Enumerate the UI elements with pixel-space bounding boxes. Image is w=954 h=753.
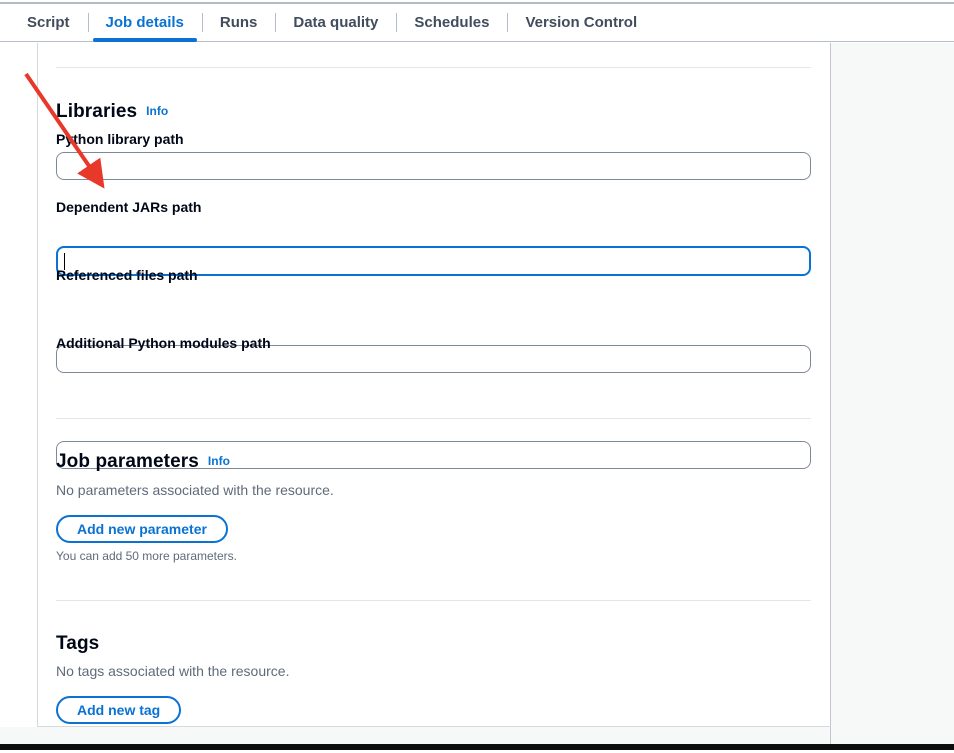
bottom-strip (0, 727, 830, 744)
tab-runs[interactable]: Runs (202, 4, 276, 41)
job-parameters-info-link[interactable]: Info (208, 454, 230, 468)
section-divider (56, 600, 811, 601)
tab-version-control[interactable]: Version Control (507, 4, 655, 41)
add-new-tag-button[interactable]: Add new tag (56, 696, 181, 724)
libraries-title: Libraries (56, 101, 137, 122)
dependent-jars-path-label: Dependent JARs path (56, 199, 811, 215)
add-new-parameter-button[interactable]: Add new parameter (56, 515, 228, 543)
additional-python-modules-path-label: Additional Python modules path (56, 335, 811, 351)
panel-bottom-edge (38, 726, 831, 727)
section-divider (56, 67, 811, 68)
referenced-files-path-label: Referenced files path (56, 267, 811, 283)
job-parameters-empty-text: No parameters associated with the resour… (56, 482, 811, 498)
tags-empty-text: No tags associated with the resource. (56, 663, 811, 679)
python-library-path-label: Python library path (56, 131, 811, 147)
tags-title: Tags (56, 633, 99, 654)
tags-section-header: Tags (56, 633, 811, 655)
tab-bar: Script Job details Runs Data quality Sch… (0, 4, 954, 42)
tab-script[interactable]: Script (9, 4, 88, 41)
libraries-info-link[interactable]: Info (146, 104, 168, 118)
left-gutter (0, 43, 38, 727)
glue-job-details-page: Script Job details Runs Data quality Sch… (0, 0, 954, 753)
section-divider (56, 418, 811, 419)
libraries-section-header: Libraries Info (56, 101, 811, 123)
tab-schedules[interactable]: Schedules (396, 4, 507, 41)
job-parameters-section-header: Job parameters Info (56, 451, 811, 473)
tab-job-details[interactable]: Job details (88, 4, 202, 41)
add-tag-row: Add new tag (56, 696, 811, 724)
job-details-panel: Libraries Info Python library path Depend… (39, 42, 830, 726)
tab-data-quality[interactable]: Data quality (275, 4, 396, 41)
python-library-path-wrap (56, 152, 811, 180)
job-parameters-title: Job parameters (56, 451, 199, 472)
window-bottom-bar (0, 744, 954, 750)
job-parameters-hint: You can add 50 more parameters. (56, 549, 811, 563)
right-scroll-gutter[interactable] (830, 43, 954, 744)
add-parameter-row: Add new parameter (56, 515, 811, 543)
python-library-path-input[interactable] (56, 152, 811, 180)
